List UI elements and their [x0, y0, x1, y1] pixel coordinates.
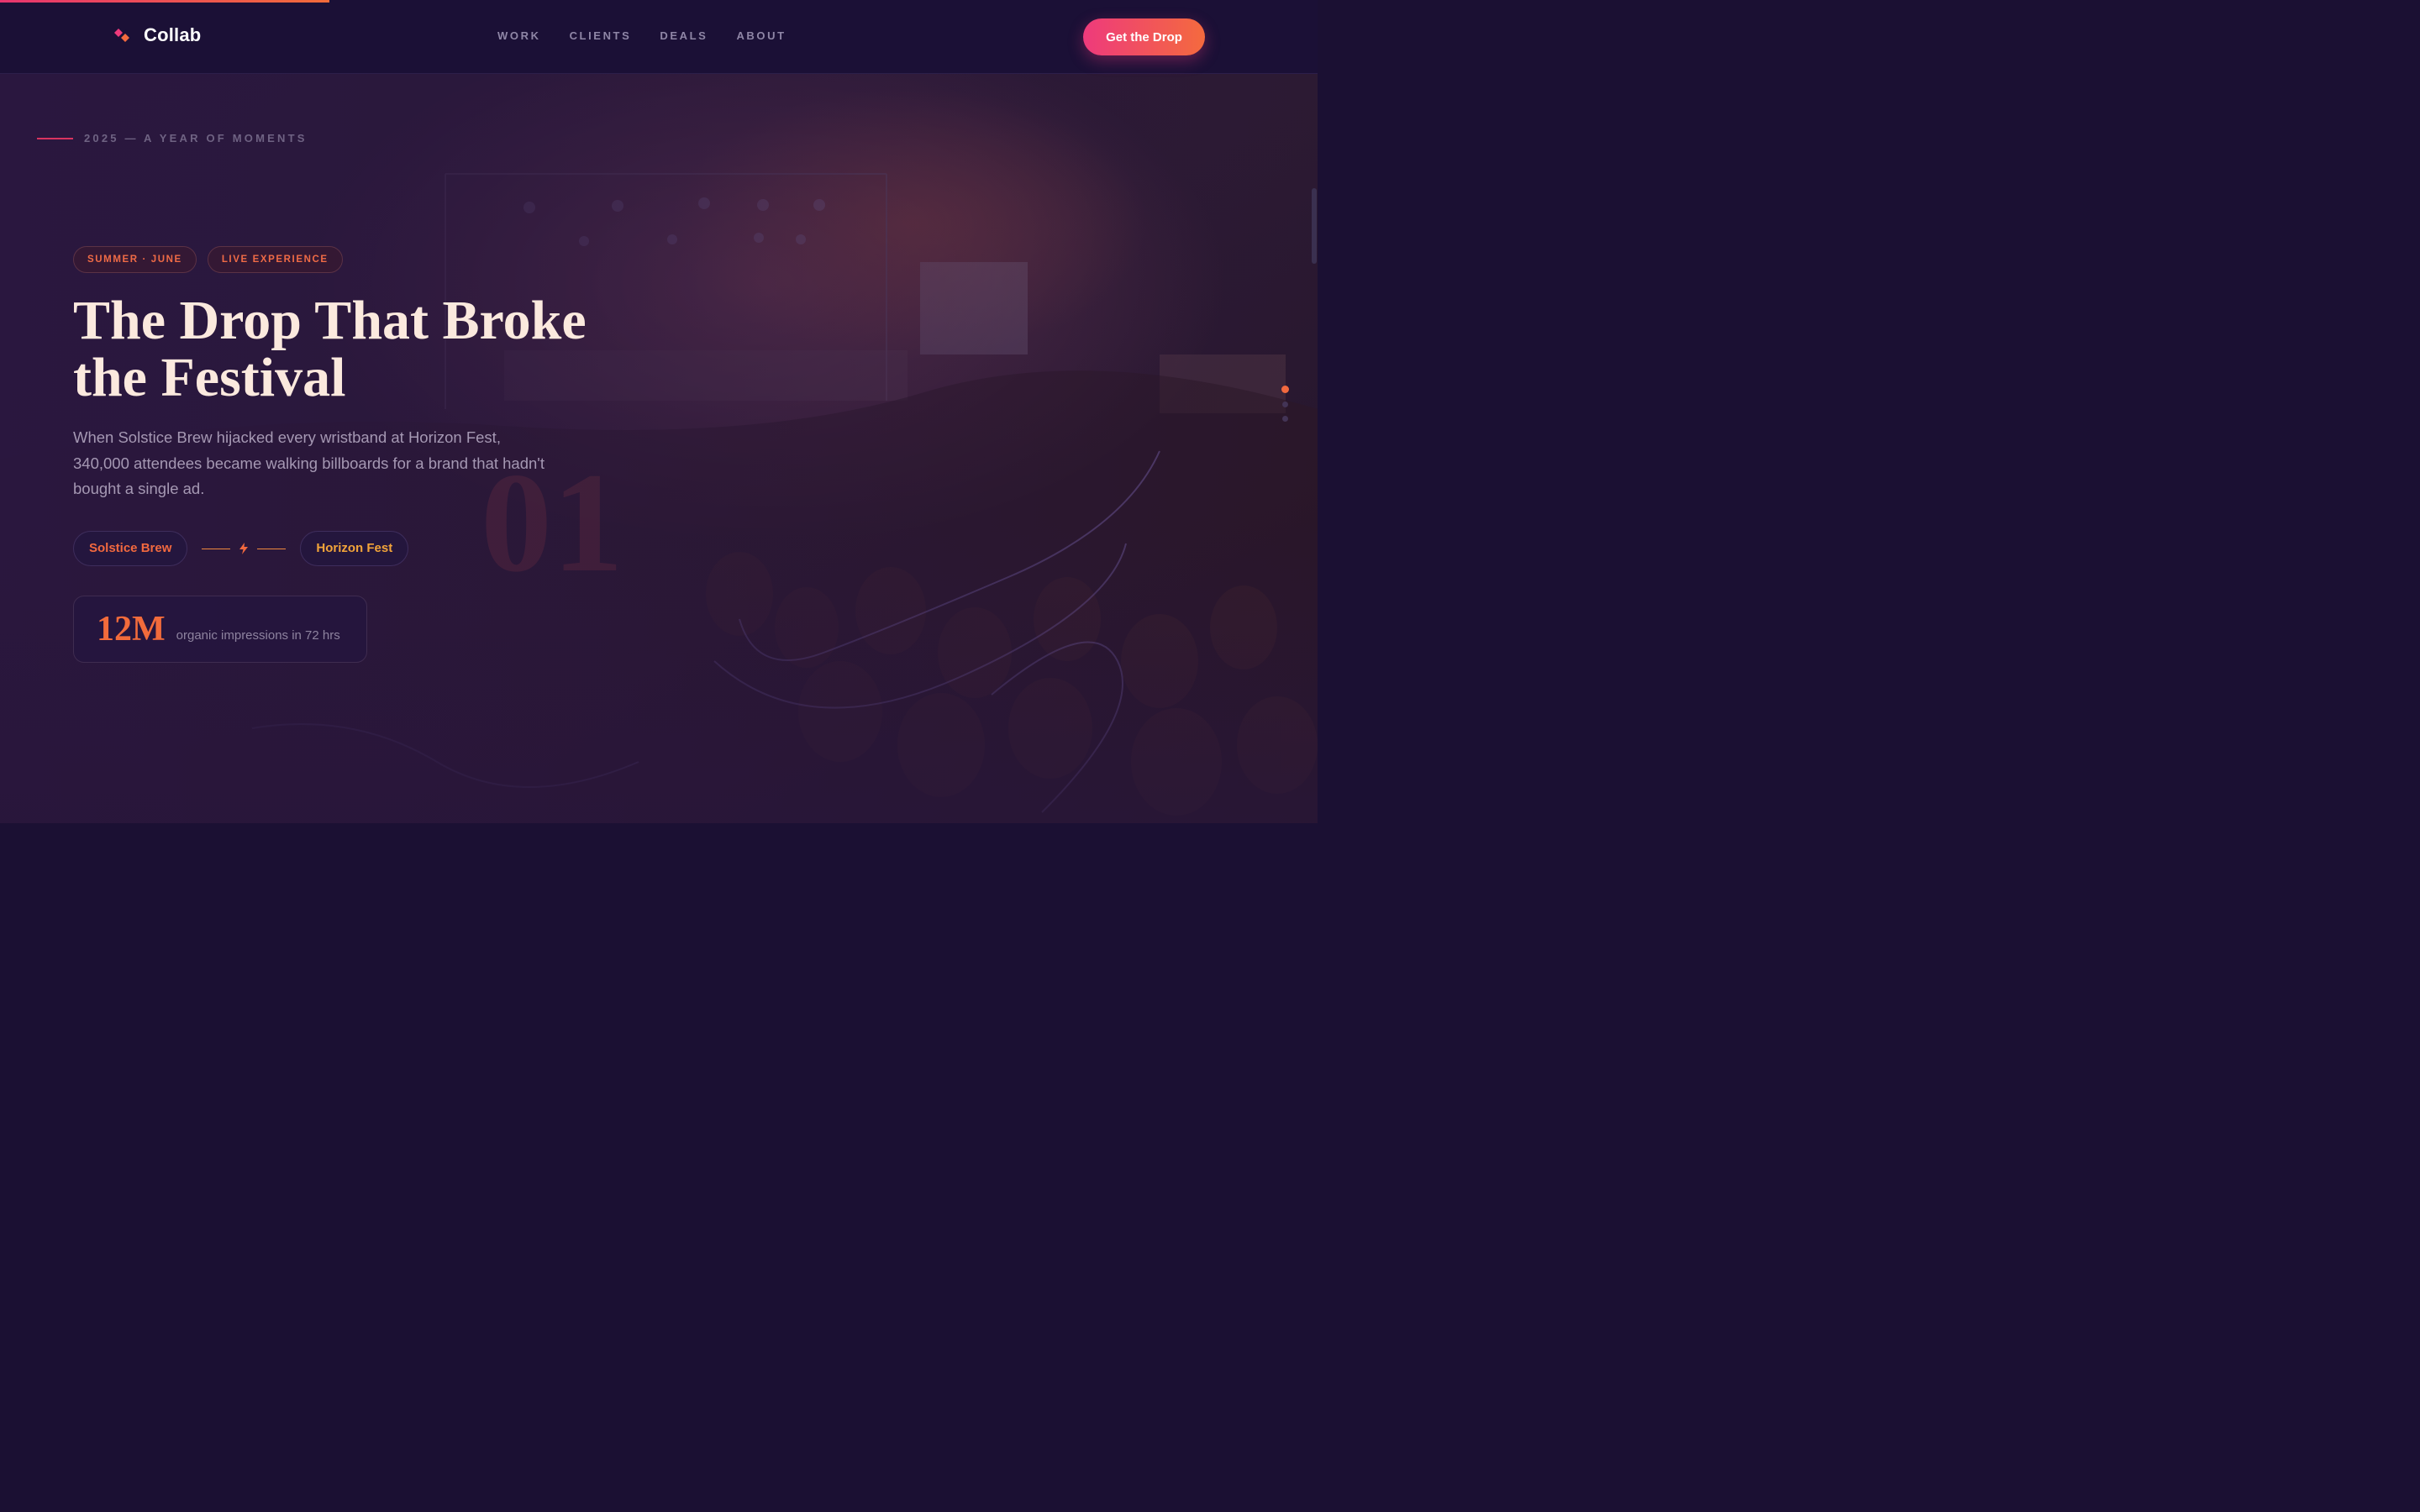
collab-connector — [202, 543, 287, 554]
nav-link-deals[interactable]: DEALS — [660, 29, 708, 42]
tag-season: SUMMER · JUNE — [73, 246, 197, 273]
impressions-stat-card: 12M organic impressions in 72 hrs — [73, 596, 367, 663]
slide-dot-1[interactable] — [1281, 386, 1289, 393]
nav-link-work[interactable]: WORK — [497, 29, 541, 42]
eyebrow-text: 2025 — A YEAR OF MOMENTS — [84, 132, 308, 144]
brand-name: Collab — [144, 24, 202, 45]
eyebrow-divider — [37, 137, 73, 139]
stat-label: organic impressions in 72 hrs — [176, 627, 340, 643]
scrollbar-thumb[interactable] — [1312, 188, 1317, 264]
hero-description: When Solstice Brew hijacked every wristb… — [73, 428, 544, 497]
hero-headline: The Drop That Broke the Festival — [73, 292, 678, 407]
nav-link-about[interactable]: ABOUT — [736, 29, 786, 42]
top-navigation: Collab WORK CLIENTS DEALS ABOUT Get the … — [0, 0, 1318, 74]
stat-value: 12M — [97, 610, 166, 648]
section-eyebrow: 2025 — A YEAR OF MOMENTS — [37, 132, 308, 144]
split-diamond-logo-icon — [114, 29, 129, 42]
tag-category: LIVE EXPERIENCE — [207, 246, 343, 273]
slide-dot-2[interactable] — [1282, 402, 1288, 407]
story-tags: SUMMER · JUNE LIVE EXPERIENCE — [73, 246, 354, 273]
nav-link-clients[interactable]: CLIENTS — [570, 29, 632, 42]
lightning-bolt-icon — [239, 543, 249, 554]
reading-progress-fill — [0, 0, 329, 3]
brand-logo-link[interactable]: Collab — [113, 24, 201, 46]
get-the-drop-button[interactable]: Get the Drop — [1083, 18, 1205, 55]
reading-progress-bar — [0, 0, 1318, 3]
slide-dot-3[interactable] — [1282, 416, 1288, 422]
event-partner-pill[interactable]: Horizon Fest — [300, 531, 409, 566]
headline-line-1: The Drop That Broke — [73, 290, 587, 351]
slide-pagination — [1281, 386, 1289, 430]
brand-partner-pill[interactable]: Solstice Brew — [73, 531, 188, 566]
page-scrollbar[interactable] — [1311, 0, 1318, 823]
main-nav: WORK CLIENTS DEALS ABOUT — [497, 29, 815, 42]
headline-line-2: the Festival — [73, 347, 346, 408]
collab-partners: Solstice Brew Horizon Fest — [73, 531, 409, 566]
